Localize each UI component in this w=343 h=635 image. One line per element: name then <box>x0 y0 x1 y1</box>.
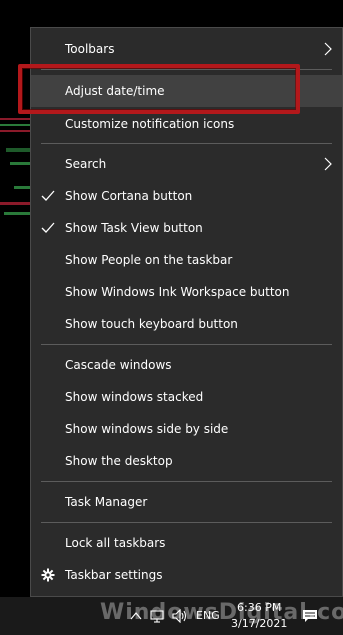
menu-separator <box>41 344 332 345</box>
menu-item-label: Lock all taskbars <box>65 536 166 550</box>
menu-item-show-the-desktop[interactable]: Show the desktop <box>31 445 342 477</box>
menu-item-task-manager[interactable]: Task Manager <box>31 486 342 518</box>
chevron-right-icon <box>324 157 332 171</box>
background-artifact <box>4 212 32 215</box>
menu-item-show-task-view-button[interactable]: Show Task View button <box>31 212 342 244</box>
gear-icon <box>41 568 55 582</box>
background-artifact <box>6 148 32 152</box>
menu-item-label: Show Cortana button <box>65 189 193 203</box>
menu-item-search[interactable]: Search <box>31 148 342 180</box>
menu-item-label: Cascade windows <box>65 358 172 372</box>
menu-item-lock-all-taskbars[interactable]: Lock all taskbars <box>31 527 342 559</box>
background-artifact <box>0 118 32 120</box>
menu-item-label: Customize notification icons <box>65 117 235 131</box>
menu-item-label: Show Task View button <box>65 221 203 235</box>
menu-item-label: Show the desktop <box>65 454 173 468</box>
menu-separator <box>41 522 332 523</box>
background-artifact <box>0 124 32 126</box>
checkmark-icon <box>41 190 55 201</box>
chevron-right-icon <box>324 42 332 56</box>
background-artifact <box>10 162 32 165</box>
menu-item-cascade-windows[interactable]: Cascade windows <box>31 349 342 381</box>
watermark-logo: WindowsDigital.com <box>100 600 343 625</box>
menu-item-show-people-on-taskbar[interactable]: Show People on the taskbar <box>31 244 342 276</box>
menu-item-label: Task Manager <box>65 495 148 509</box>
menu-item-show-touch-keyboard-button[interactable]: Show touch keyboard button <box>31 308 342 340</box>
menu-item-show-windows-stacked[interactable]: Show windows stacked <box>31 381 342 413</box>
menu-item-label: Show windows side by side <box>65 422 229 436</box>
background-artifact <box>0 130 32 132</box>
checkmark-icon <box>41 222 55 233</box>
menu-item-label: Show touch keyboard button <box>65 317 238 331</box>
menu-item-label: Taskbar settings <box>65 568 163 582</box>
menu-separator <box>41 481 332 482</box>
highlight-annotation-box <box>18 64 300 114</box>
menu-item-label: Search <box>65 157 107 171</box>
menu-item-label: Show People on the taskbar <box>65 253 233 267</box>
menu-item-label: Show windows stacked <box>65 390 204 404</box>
menu-item-show-cortana-button[interactable]: Show Cortana button <box>31 180 342 212</box>
menu-item-toolbars[interactable]: Toolbars <box>31 33 342 65</box>
menu-item-label: Show Windows Ink Workspace button <box>65 285 290 299</box>
background-artifact <box>0 202 32 205</box>
menu-item-show-windows-side-by-side[interactable]: Show windows side by side <box>31 413 342 445</box>
menu-separator <box>41 143 332 144</box>
menu-item-show-windows-ink-workspace-button[interactable]: Show Windows Ink Workspace button <box>31 276 342 308</box>
menu-item-label: Toolbars <box>65 42 115 56</box>
menu-item-taskbar-settings[interactable]: Taskbar settings <box>31 559 342 591</box>
